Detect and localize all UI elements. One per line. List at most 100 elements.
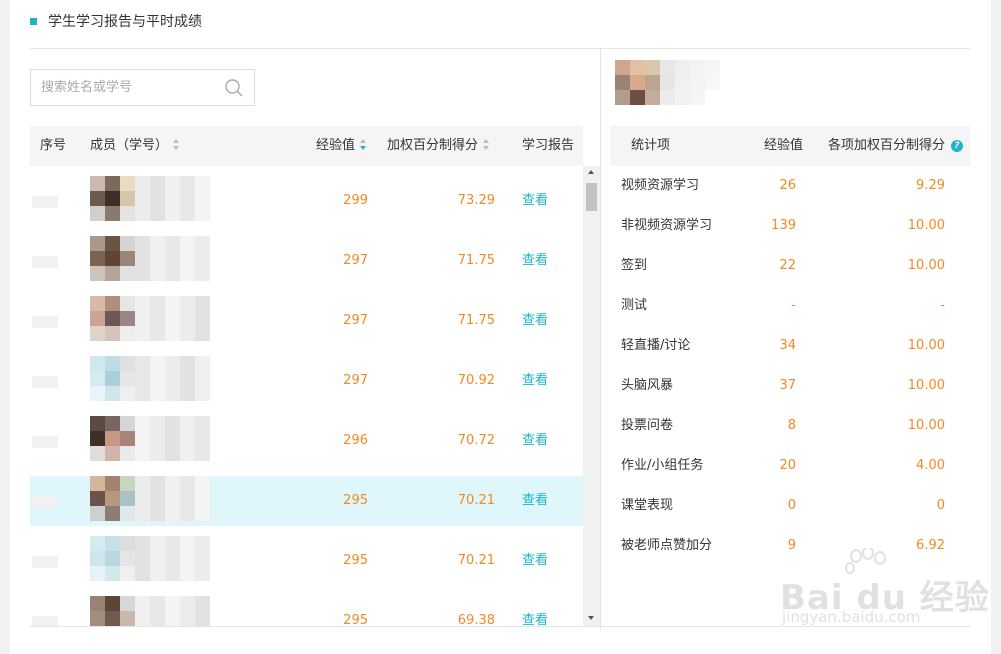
view-report-link[interactable]: 查看	[522, 596, 548, 626]
page-title: 学生学习报告与平时成绩	[48, 14, 202, 30]
sort-icon[interactable]	[483, 139, 490, 150]
view-report-link[interactable]: 查看	[522, 476, 548, 526]
stat-exp-value: 0	[787, 498, 796, 513]
search-input[interactable]	[31, 70, 214, 105]
stat-exp-value: 34	[779, 338, 796, 353]
table-row[interactable]: 297 71.75 查看	[30, 296, 583, 346]
name-pixel	[165, 326, 180, 341]
table-row[interactable]: 295 69.38 查看	[30, 596, 583, 626]
avatar-pixel	[675, 60, 690, 75]
table-row[interactable]: 296 70.72 查看	[30, 416, 583, 466]
avatar-pixel	[90, 551, 105, 566]
table-row[interactable]: 295 70.21 查看	[30, 476, 583, 526]
stat-item-label: 轻直播/讨论	[621, 338, 691, 353]
name-pixel	[195, 311, 210, 326]
avatar-pixel	[90, 431, 105, 446]
name-pixel	[180, 251, 195, 266]
name-pixel	[135, 371, 150, 386]
name-pixel	[150, 326, 165, 341]
avatar-pixel	[105, 191, 120, 206]
sort-icon[interactable]	[173, 139, 180, 150]
avatar	[90, 476, 135, 521]
exp-value: 296	[343, 433, 368, 448]
view-report-link[interactable]: 查看	[522, 356, 548, 406]
member-name-blurred	[135, 236, 210, 281]
exp-value: 297	[343, 313, 368, 328]
name-pixel	[165, 476, 180, 491]
member-name-blurred	[135, 296, 210, 341]
table-row[interactable]: 295 70.21 查看	[30, 536, 583, 586]
avatar-pixel	[120, 431, 135, 446]
name-pixel	[180, 611, 195, 626]
name-pixel	[150, 296, 165, 311]
avatar-pixel	[120, 311, 135, 326]
stat-score-value: -	[940, 298, 945, 313]
name-pixel	[135, 311, 150, 326]
stat-score-value: 10.00	[907, 258, 945, 273]
table-row[interactable]: 297 70.92 查看	[30, 356, 583, 406]
scroll-down-arrow-icon[interactable]	[588, 616, 594, 620]
name-pixel	[135, 251, 150, 266]
avatar-pixel	[90, 536, 105, 551]
avatar-pixel	[615, 75, 630, 90]
stat-row: 课堂表现 0 0	[610, 486, 970, 526]
scroll-thumb[interactable]	[586, 183, 597, 211]
row-index-blurred	[32, 196, 58, 208]
member-name-blurred	[135, 536, 210, 581]
avatar-pixel	[105, 371, 120, 386]
col-stat-exp: 经验值	[764, 138, 804, 153]
search-icon[interactable]	[214, 70, 254, 105]
name-pixel	[180, 551, 195, 566]
name-pixel	[150, 356, 165, 371]
name-pixel	[135, 386, 150, 401]
stat-score-value: 4.00	[916, 458, 945, 473]
name-pixel	[165, 311, 180, 326]
avatar-pixel	[90, 326, 105, 341]
avatar-pixel	[105, 536, 120, 551]
name-pixel	[180, 326, 195, 341]
stat-exp-value: 8	[787, 418, 796, 433]
stat-row: 作业/小组任务 20 4.00	[610, 446, 970, 486]
name-pixel	[165, 566, 180, 581]
avatar-pixel	[630, 90, 645, 105]
view-report-link[interactable]: 查看	[522, 536, 548, 586]
col-member[interactable]: 成员（学号）	[90, 126, 180, 166]
table-row[interactable]: 297 71.75 查看	[30, 236, 583, 286]
scroll-up-arrow-icon[interactable]	[588, 170, 594, 174]
avatar-pixel	[105, 266, 120, 281]
name-pixel	[195, 476, 210, 491]
stat-score-value: 6.92	[916, 538, 945, 553]
avatar-pixel	[660, 90, 675, 105]
col-score[interactable]: 加权百分制得分	[387, 126, 490, 166]
avatar	[90, 536, 135, 581]
name-pixel	[180, 236, 195, 251]
view-report-link[interactable]: 查看	[522, 176, 548, 226]
col-stat-item: 统计项	[631, 138, 671, 153]
exp-value: 297	[343, 373, 368, 388]
table-scrollbar[interactable]	[583, 166, 600, 626]
exp-value: 297	[343, 253, 368, 268]
col-member-label: 成员（学号）	[90, 138, 169, 153]
name-pixel	[165, 551, 180, 566]
view-report-link[interactable]: 查看	[522, 416, 548, 466]
stat-row: 头脑风暴 37 10.00	[610, 366, 970, 406]
name-pixel	[165, 611, 180, 626]
view-report-link[interactable]: 查看	[522, 296, 548, 346]
avatar-pixel	[105, 296, 120, 311]
avatar-pixel	[690, 90, 705, 105]
avatar-pixel	[120, 191, 135, 206]
help-icon[interactable]: ?	[951, 140, 964, 152]
table-row[interactable]: 299 73.29 查看	[30, 176, 583, 226]
avatar-pixel	[120, 266, 135, 281]
avatar-pixel	[630, 75, 645, 90]
name-pixel	[195, 431, 210, 446]
col-exp[interactable]: 经验值	[316, 126, 367, 166]
view-report-link[interactable]: 查看	[522, 236, 548, 286]
name-pixel	[180, 536, 195, 551]
avatar-pixel	[90, 386, 105, 401]
sort-desc-icon[interactable]	[360, 139, 367, 150]
score-value: 70.21	[457, 493, 495, 508]
stat-row: 测试 - -	[610, 286, 970, 326]
member-name-blurred	[135, 176, 210, 221]
avatar-pixel	[105, 251, 120, 266]
